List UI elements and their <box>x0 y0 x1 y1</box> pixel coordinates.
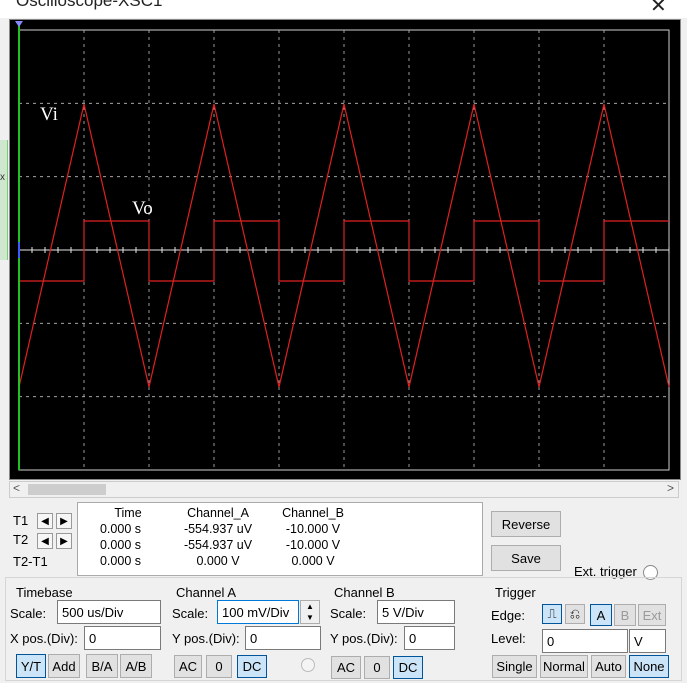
scope-display: Vi Vo <box>15 21 670 471</box>
trigger-single-button[interactable]: Single <box>492 655 537 678</box>
channel-b-scale-input[interactable]: 5 V/Div <box>377 600 455 624</box>
trigger-marker-icon <box>15 21 23 27</box>
trigger-source-ext-button[interactable]: Ext <box>638 604 666 626</box>
channel-a-zero-button[interactable]: 0 <box>206 655 232 678</box>
channel-a-ac-button[interactable]: AC <box>174 655 202 678</box>
trigger-source-b-button[interactable]: B <box>614 604 636 626</box>
t2-right-arrow-icon[interactable]: ▶ <box>56 533 72 549</box>
t2-channel-b: -10.000 V <box>285 538 341 552</box>
timebase-xpos-input[interactable]: 0 <box>84 626 161 650</box>
channel-a-dc-button[interactable]: DC <box>237 655 267 678</box>
channel-a-ypos-label: Y pos.(Div): <box>172 631 240 646</box>
t1-label: T1 <box>13 513 29 528</box>
header-channel-b: Channel_B <box>282 506 344 520</box>
timebase-title: Timebase <box>16 585 73 600</box>
falling-edge-icon[interactable]: ⎌ <box>565 604 585 624</box>
t2-t1-label: T2-T1 <box>13 554 48 569</box>
cursor-readout-panel: Time Channel_A Channel_B 0.000 s -554.93… <box>77 502 483 576</box>
background-window-strip <box>0 140 8 260</box>
rising-edge-icon[interactable]: ⎍ <box>542 604 562 624</box>
channel-a-scale-input[interactable]: 100 mV/Div <box>217 600 299 624</box>
oscilloscope-screen[interactable]: Vi Vo <box>9 19 681 480</box>
channel-b-ac-button[interactable]: AC <box>331 656 361 679</box>
t2-label: T2 <box>13 532 29 547</box>
t1-channel-b: -10.000 V <box>285 522 341 536</box>
t2-left-arrow-icon[interactable]: ◀ <box>37 533 53 549</box>
trigger-level-unit[interactable]: V <box>629 629 666 653</box>
close-icon[interactable]: ✕ <box>650 0 667 18</box>
timebase-add-button[interactable]: Add <box>48 654 80 678</box>
spin-down-icon[interactable]: ▼ <box>301 612 319 623</box>
t1-right-arrow-icon[interactable]: ▶ <box>56 513 72 529</box>
vo-square-trace <box>19 220 669 282</box>
save-button[interactable]: Save <box>491 545 561 571</box>
channel-a-scale-label: Scale: <box>172 606 209 621</box>
channel-a-title: Channel A <box>176 585 236 600</box>
trigger-normal-button[interactable]: Normal <box>540 655 588 678</box>
t2-channel-a: -554.937 uV <box>183 538 253 552</box>
trigger-level-input[interactable]: 0 <box>542 629 628 653</box>
channel-b-dc-button[interactable]: DC <box>393 656 423 679</box>
t2-t1-channel-b: 0.000 V <box>291 554 335 568</box>
timebase-b-over-a-button[interactable]: B/A <box>86 654 118 678</box>
t1-channel-a: -554.937 uV <box>183 522 253 536</box>
channel-a-ypos-input[interactable]: 0 <box>245 626 321 650</box>
channel-a-radio[interactable] <box>301 658 315 672</box>
t1-time: 0.000 s <box>99 522 141 536</box>
channel-b-title: Channel B <box>334 585 395 600</box>
trigger-title: Trigger <box>495 585 536 600</box>
window-title: Oscilloscope-XSC1 <box>16 0 163 10</box>
timebase-a-over-b-button[interactable]: A/B <box>120 654 152 678</box>
trigger-none-button[interactable]: None <box>629 655 669 678</box>
header-channel-a: Channel_A <box>187 506 249 520</box>
reverse-button[interactable]: Reverse <box>491 511 561 537</box>
trigger-level-label: Level: <box>491 631 526 646</box>
timebase-xpos-label: X pos.(Div): <box>10 631 78 646</box>
vi-label: Vi <box>40 104 58 125</box>
channel-b-zero-button[interactable]: 0 <box>364 656 390 679</box>
trigger-source-a-button[interactable]: A <box>590 604 612 626</box>
t2-t1-channel-a: 0.000 V <box>196 554 240 568</box>
trigger-edge-label: Edge: <box>491 608 525 623</box>
channel-b-ypos-input[interactable]: 0 <box>404 626 455 650</box>
timebase-scale-label: Scale: <box>10 606 47 621</box>
t1-left-arrow-icon[interactable]: ◀ <box>37 513 53 529</box>
background-window-label: x <box>0 172 5 183</box>
timebase-yt-button[interactable]: Y/T <box>16 654 46 678</box>
channel-a-scale-spinner[interactable]: ▲ ▼ <box>300 600 320 624</box>
timebase-scale-input[interactable]: 500 us/Div <box>57 600 161 624</box>
scrollbar-thumb[interactable] <box>28 484 106 495</box>
channel-b-ypos-label: Y pos.(Div): <box>330 631 398 646</box>
t2-t1-time: 0.000 s <box>99 554 141 568</box>
header-time: Time <box>114 506 142 520</box>
title-bar: Oscilloscope-XSC1 ✕ <box>0 0 687 18</box>
channel-b-scale-label: Scale: <box>330 606 367 621</box>
scroll-left-icon[interactable]: < <box>13 481 20 495</box>
vo-label: Vo <box>132 198 153 219</box>
trigger-auto-button[interactable]: Auto <box>591 655 626 678</box>
scroll-right-icon[interactable]: > <box>667 481 674 495</box>
horizontal-scrollbar[interactable]: < > <box>9 481 679 498</box>
spin-up-icon[interactable]: ▲ <box>301 601 319 612</box>
t2-time: 0.000 s <box>99 538 141 552</box>
